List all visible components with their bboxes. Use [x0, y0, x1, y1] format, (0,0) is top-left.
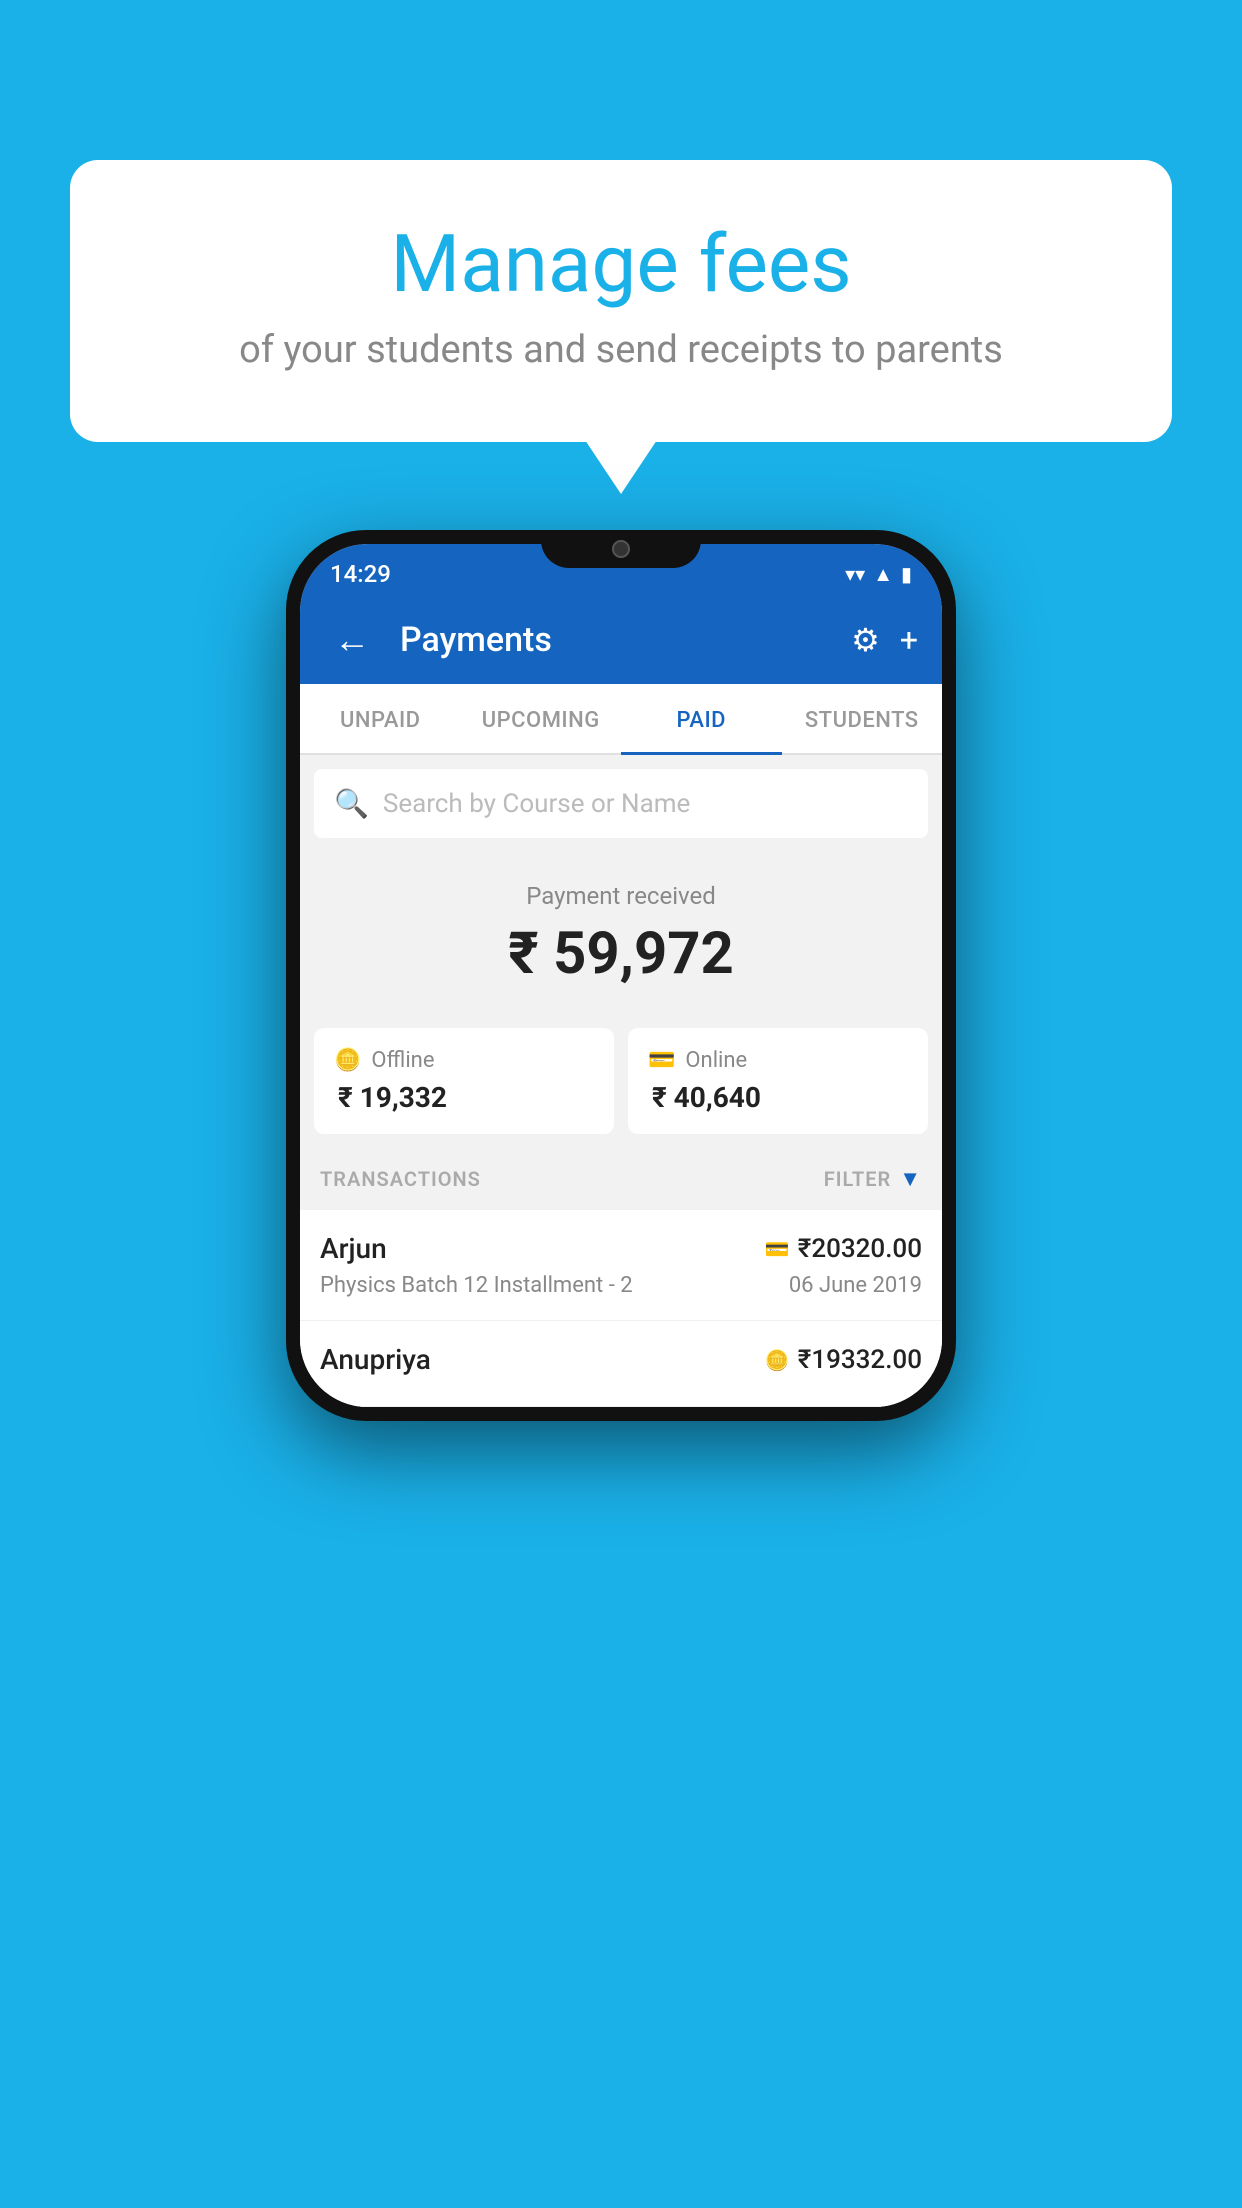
transaction-amount-wrap-2: 🪙 ₹19332.00 [765, 1345, 922, 1375]
status-time: 14:29 [330, 560, 391, 588]
transaction-name-2: Anupriya [320, 1343, 431, 1376]
transaction-top: Arjun 💳 ₹20320.00 [320, 1232, 922, 1265]
tab-unpaid[interactable]: UNPAID [300, 684, 461, 753]
transaction-amount-wrap: 💳 ₹20320.00 [765, 1234, 922, 1264]
transaction-amount-2: ₹19332.00 [798, 1345, 922, 1375]
search-bar[interactable]: 🔍 Search by Course or Name [314, 769, 928, 838]
tab-paid[interactable]: PAID [621, 684, 782, 753]
offline-card-header: 🪙 Offline [334, 1048, 594, 1073]
app-bar: ← Payments ⚙ + [300, 596, 942, 684]
payment-received-amount: ₹ 59,972 [320, 920, 922, 988]
speech-bubble-container: Manage fees of your students and send re… [70, 160, 1172, 442]
transactions-header: TRANSACTIONS FILTER ▼ [300, 1148, 942, 1210]
tab-students[interactable]: STUDENTS [782, 684, 943, 753]
tab-upcoming[interactable]: UPCOMING [461, 684, 622, 753]
filter-label: FILTER [824, 1167, 892, 1191]
payment-received-section: Payment received ₹ 59,972 [300, 852, 942, 1028]
online-card-header: 💳 Online [648, 1048, 908, 1073]
notch-camera [612, 540, 630, 558]
search-icon: 🔍 [334, 787, 369, 820]
add-icon[interactable]: + [900, 621, 918, 659]
signal-icon: ▲ [873, 562, 893, 587]
transaction-row[interactable]: Anupriya 🪙 ₹19332.00 [300, 1321, 942, 1407]
phone-outer: 14:29 ▾▾ ▲ ▮ ← Payments ⚙ + [286, 530, 956, 1421]
transaction-bottom: Physics Batch 12 Installment - 2 06 June… [320, 1273, 922, 1298]
app-bar-actions: ⚙ + [851, 621, 918, 659]
app-bar-title: Payments [400, 620, 831, 660]
offline-amount: ₹ 19,332 [334, 1081, 594, 1114]
transaction-amount: ₹20320.00 [798, 1234, 922, 1264]
settings-icon[interactable]: ⚙ [851, 621, 880, 659]
back-button[interactable]: ← [324, 609, 380, 671]
online-card: 💳 Online ₹ 40,640 [628, 1028, 928, 1134]
bubble-subtitle: of your students and send receipts to pa… [140, 328, 1102, 372]
status-icons: ▾▾ ▲ ▮ [845, 562, 912, 587]
phone-notch [541, 530, 701, 568]
speech-bubble: Manage fees of your students and send re… [70, 160, 1172, 442]
phone-screen: 14:29 ▾▾ ▲ ▮ ← Payments ⚙ + [300, 544, 942, 1407]
transaction-row[interactable]: Arjun 💳 ₹20320.00 Physics Batch 12 Insta… [300, 1210, 942, 1321]
transactions-label: TRANSACTIONS [320, 1167, 481, 1191]
tabs-container: UNPAID UPCOMING PAID STUDENTS [300, 684, 942, 755]
transaction-course: Physics Batch 12 Installment - 2 [320, 1273, 633, 1298]
online-label: Online [685, 1048, 747, 1073]
bubble-title: Manage fees [140, 220, 1102, 308]
online-icon: 💳 [648, 1048, 675, 1073]
cash-payment-icon: 🪙 [765, 1348, 790, 1372]
content-area: 🔍 Search by Course or Name Payment recei… [300, 755, 942, 1407]
offline-label: Offline [371, 1048, 434, 1073]
transaction-top-2: Anupriya 🪙 ₹19332.00 [320, 1343, 922, 1376]
transaction-date: 06 June 2019 [789, 1273, 922, 1298]
offline-icon: 🪙 [334, 1048, 361, 1073]
phone-mockup: 14:29 ▾▾ ▲ ▮ ← Payments ⚙ + [286, 530, 956, 1421]
search-placeholder: Search by Course or Name [383, 789, 690, 819]
card-payment-icon: 💳 [765, 1237, 790, 1261]
transaction-name: Arjun [320, 1232, 387, 1265]
battery-icon: ▮ [901, 562, 912, 586]
filter-button[interactable]: FILTER ▼ [824, 1166, 922, 1192]
offline-card: 🪙 Offline ₹ 19,332 [314, 1028, 614, 1134]
payment-received-label: Payment received [320, 882, 922, 910]
wifi-icon: ▾▾ [845, 562, 865, 586]
filter-icon: ▼ [899, 1166, 922, 1192]
payment-cards: 🪙 Offline ₹ 19,332 💳 Online ₹ 40,640 [314, 1028, 928, 1134]
online-amount: ₹ 40,640 [648, 1081, 908, 1114]
